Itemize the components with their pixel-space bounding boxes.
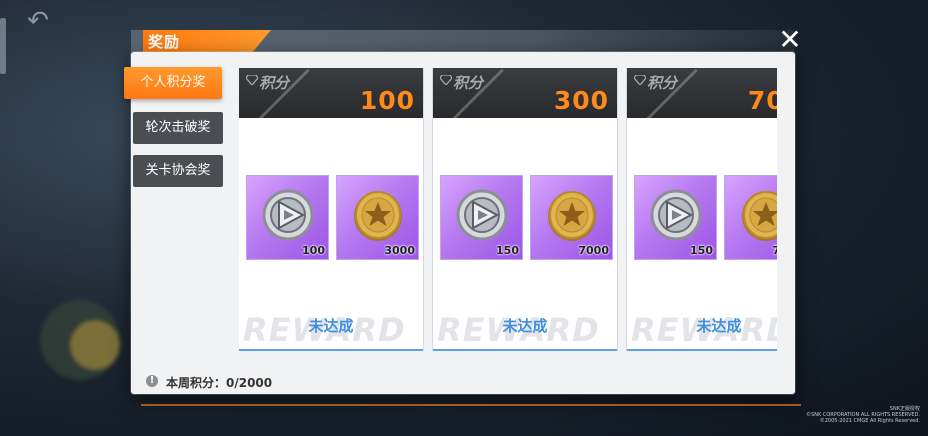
- ticket-icon: [262, 189, 314, 241]
- reward-item[interactable]: 150: [440, 175, 523, 260]
- window-title: 奖励: [148, 33, 181, 51]
- ticket-icon: [456, 189, 508, 241]
- reward-item[interactable]: 3000: [336, 175, 419, 260]
- card-header: 积分 300: [433, 68, 617, 118]
- card-header: 积分 700: [627, 68, 777, 118]
- status-label: 未达成: [308, 317, 354, 335]
- points-threshold: 700: [747, 86, 777, 115]
- card-footer: REWARD 未达成: [239, 305, 423, 351]
- status-label: 未达成: [696, 317, 742, 335]
- gem-icon: [246, 75, 258, 85]
- item-quantity: 7000: [772, 244, 777, 257]
- gold-coin-icon: [548, 191, 596, 241]
- ticket-icon: [650, 189, 702, 241]
- background-decoration: [70, 320, 120, 370]
- item-quantity: 100: [302, 244, 325, 257]
- tab-stage-guild[interactable]: 关卡协会奖: [133, 155, 223, 187]
- item-quantity: 3000: [384, 244, 415, 257]
- item-quantity: 150: [690, 244, 713, 257]
- edge-handle: [0, 18, 6, 74]
- reward-card: 积分 100 100 3000 REWARD 未达成: [239, 68, 423, 351]
- copyright: SNK正版授权 ©SNK CORPORATION ALL RIGHTS RESE…: [806, 406, 920, 424]
- reward-item[interactable]: 100: [246, 175, 329, 260]
- info-icon: !: [146, 375, 158, 387]
- reward-card: 积分 300 150 7000 REWARD 未达成: [433, 68, 617, 351]
- gold-coin-icon: [354, 191, 402, 241]
- reward-item[interactable]: 7000: [724, 175, 777, 260]
- card-footer: REWARD 未达成: [433, 305, 617, 351]
- weekly-points-text: 本周积分：0/2000: [166, 376, 273, 390]
- reward-item[interactable]: 7000: [530, 175, 613, 260]
- points-label: 积分: [647, 74, 678, 92]
- gold-coin-icon: [742, 191, 777, 241]
- item-quantity: 7000: [578, 244, 609, 257]
- points-threshold: 300: [553, 86, 609, 115]
- copyright-line: ©2005-2021 CMGE All Rights Reserved.: [819, 418, 920, 424]
- status-label: 未达成: [502, 317, 548, 335]
- divider: [141, 404, 801, 406]
- gem-icon: [634, 75, 646, 85]
- points-label: 积分: [453, 74, 484, 92]
- gem-icon: [440, 75, 452, 85]
- points-threshold: 100: [359, 86, 415, 115]
- close-button[interactable]: ✕: [776, 26, 804, 54]
- reward-card: 积分 700 150 7000 REWARD 未达成: [627, 68, 777, 351]
- card-header: 积分 100: [239, 68, 423, 118]
- points-label: 积分: [259, 74, 290, 92]
- reward-item[interactable]: 150: [634, 175, 717, 260]
- card-footer: REWARD 未达成: [627, 305, 777, 351]
- tab-personal-points[interactable]: 个人积分奖: [124, 67, 222, 99]
- item-quantity: 150: [496, 244, 519, 257]
- back-icon[interactable]: ↶: [22, 6, 54, 36]
- tab-round-break[interactable]: 轮次击破奖: [133, 112, 223, 144]
- reward-card-list[interactable]: 积分 100 100 3000 REWARD 未达成 积分 300 150 70…: [239, 68, 777, 351]
